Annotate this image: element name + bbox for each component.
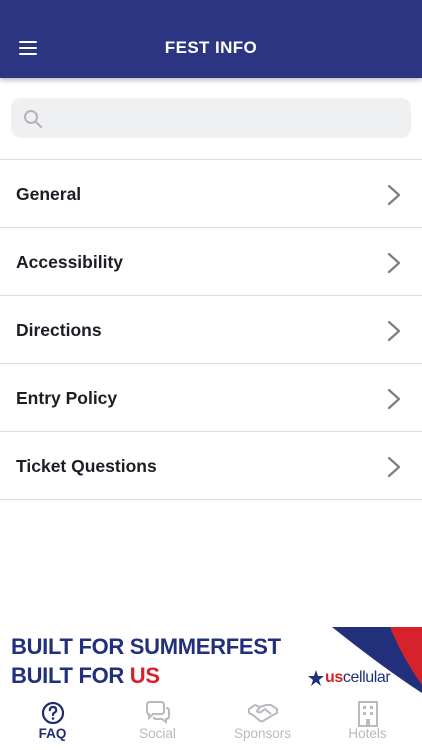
search-input[interactable] [55, 98, 395, 138]
help-circle-icon [41, 701, 64, 725]
faq-item-ticket-questions[interactable]: Ticket Questions [0, 432, 422, 500]
chat-bubbles-icon [145, 701, 170, 724]
brand-prefix: us [325, 669, 343, 686]
search-bar[interactable] [11, 98, 411, 138]
chevron-right-icon [387, 320, 401, 342]
star-logo-icon [308, 670, 324, 686]
chevron-right-icon [387, 184, 401, 206]
faq-item-directions[interactable]: Directions [0, 296, 422, 364]
ad-headline-line2-text: BUILT FOR [11, 663, 130, 688]
faq-item-entry-policy[interactable]: Entry Policy [0, 364, 422, 432]
uscellular-logo: us cellular [308, 667, 391, 689]
chevron-right-icon [387, 252, 401, 274]
ad-headline-line2: BUILT FOR US [11, 663, 160, 689]
search-icon [24, 110, 43, 129]
bottom-tab-bar: FAQ Social Sponsors Hotels [0, 693, 422, 750]
ad-headline-line1: BUILT FOR SUMMERFEST [11, 634, 281, 659]
tab-hotels[interactable]: Hotels [315, 693, 420, 750]
building-icon [357, 701, 378, 727]
tab-social[interactable]: Social [105, 693, 210, 750]
sponsor-ad-banner[interactable]: BUILT FOR SUMMERFEST BUILT FOR US us cell… [0, 627, 422, 693]
faq-item-label: Accessibility [16, 252, 123, 272]
faq-item-label: Entry Policy [16, 388, 118, 408]
faq-item-label: Ticket Questions [16, 456, 157, 476]
page-title: FEST INFO [164, 38, 258, 57]
chevron-right-icon [387, 388, 401, 410]
faq-item-label: General [16, 184, 82, 204]
tab-faq[interactable]: FAQ [0, 693, 105, 750]
tab-sponsors[interactable]: Sponsors [210, 693, 315, 750]
faq-item-label: Directions [16, 320, 102, 340]
ad-headline-accent: US [129, 663, 160, 688]
tab-label: Social [139, 726, 176, 741]
brand-suffix: cellular [342, 669, 391, 686]
tab-label: FAQ [38, 726, 67, 741]
tab-label: Hotels [348, 726, 387, 741]
handshake-icon [247, 704, 278, 723]
faq-category-list: General Accessibility Directions Entry P… [0, 159, 422, 500]
chevron-right-icon [387, 456, 401, 478]
tab-label: Sponsors [233, 726, 292, 741]
app-header: FEST INFO [0, 0, 422, 78]
faq-item-accessibility[interactable]: Accessibility [0, 228, 422, 296]
faq-item-general[interactable]: General [0, 160, 422, 228]
